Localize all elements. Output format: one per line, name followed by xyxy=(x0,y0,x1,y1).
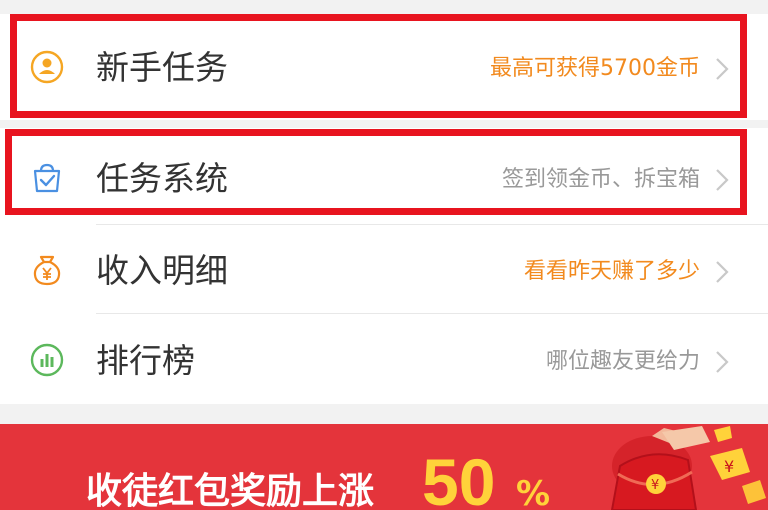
menu-item-label: 收入明细 xyxy=(96,251,228,290)
svg-text:¥: ¥ xyxy=(651,478,659,493)
menu-item-label: 新手任务 xyxy=(96,48,228,87)
menu-item-subtitle: 签到领金币、拆宝箱 xyxy=(501,167,700,192)
chevron-right-icon xyxy=(716,58,729,80)
chevron-right-icon xyxy=(716,351,729,373)
user-badge-icon xyxy=(30,50,64,84)
menu-item-subtitle: 最高可获得5700金币 xyxy=(490,56,700,81)
bar-chart-icon xyxy=(30,343,64,377)
yuan-bag-icon xyxy=(33,255,61,286)
menu-item-leaderboard[interactable]: 排行榜 哪位趣友更给力 xyxy=(0,314,768,404)
invite-reward-banner[interactable]: 收徒红包奖励上涨 50 % ¥ ¥ xyxy=(0,424,768,510)
chevron-right-icon xyxy=(716,261,729,283)
menu-item-label: 任务系统 xyxy=(96,159,228,198)
red-envelope-icon: ¥ ¥ xyxy=(610,426,766,510)
menu-item-newbie-task[interactable]: 新手任务 最高可获得5700金币 xyxy=(0,14,768,120)
task-bag-icon xyxy=(33,163,61,193)
menu-item-task-system[interactable]: 任务系统 签到领金币、拆宝箱 xyxy=(0,128,768,224)
banner-text: 收徒红包奖励上涨 xyxy=(86,471,375,510)
chevron-right-icon xyxy=(716,169,729,191)
svg-text:¥: ¥ xyxy=(724,457,734,476)
menu-item-label: 排行榜 xyxy=(96,341,195,380)
menu-item-subtitle: 看看昨天赚了多少 xyxy=(523,259,700,284)
menu-item-income-detail[interactable]: 收入明细 看看昨天赚了多少 xyxy=(0,225,768,313)
top-spacer xyxy=(0,0,768,14)
banner-number: 50 xyxy=(422,445,496,510)
banner-percent: % xyxy=(516,474,551,510)
menu-item-subtitle: 哪位趣友更给力 xyxy=(545,349,700,374)
